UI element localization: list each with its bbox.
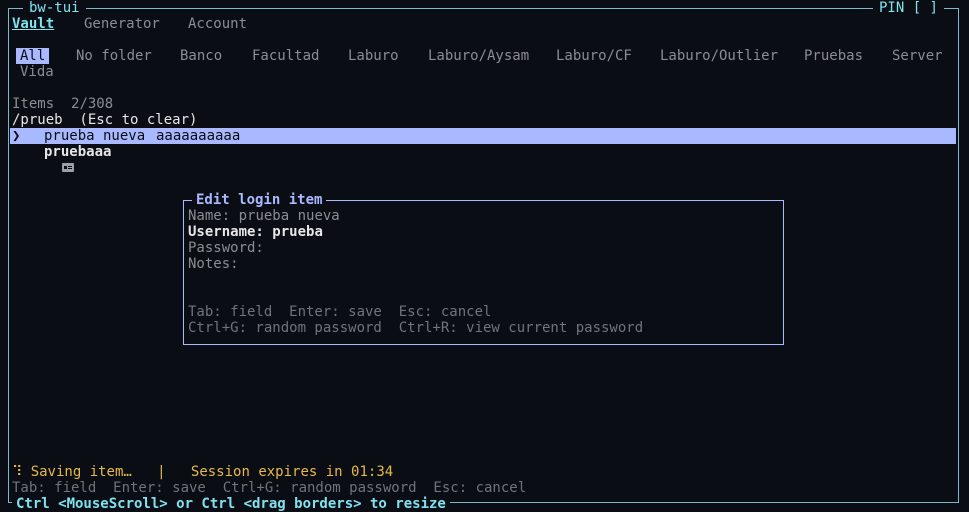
password-label: Password: [188, 240, 264, 256]
folder-laburo-aysam[interactable]: Laburo/Aysam [428, 48, 529, 64]
items-count-label: Items [12, 96, 55, 112]
spinner-icon: ⠹ [12, 464, 23, 480]
folder-facultad[interactable]: Facultad [252, 48, 319, 64]
folder-no-folder[interactable]: No folder [76, 48, 152, 64]
list-item-subtitle: aaaaaaaaaa [156, 128, 241, 144]
list-item-name: pruebaaa [44, 144, 112, 160]
username-field[interactable]: Username: prueba [188, 224, 323, 240]
list-item-selected[interactable]: ❯ prueba nueva aaaaaaaaaa [10, 128, 956, 155]
folder-all[interactable]: All [16, 48, 50, 64]
folder-laburo-outlier[interactable]: Laburo/Outlier [660, 48, 778, 64]
status-message: Saving item… [30, 464, 132, 480]
tab-generator[interactable]: Generator [84, 16, 160, 32]
dialog-help-2: Ctrl+G: random password Ctrl+R: view cur… [188, 320, 644, 336]
app-title: bw-tui [23, 0, 86, 16]
username-label: Username: [188, 224, 264, 240]
edit-login-dialog: Edit login item Name: prueba nueva Usern… [183, 192, 784, 345]
tab-account[interactable]: Account [188, 16, 247, 32]
notes-label: Notes: [188, 256, 239, 272]
name-value: prueba nueva [238, 208, 340, 224]
folder-pruebas[interactable]: Pruebas [804, 48, 863, 64]
folder-vida[interactable]: Vida [20, 64, 54, 80]
folder-laburo-cf[interactable]: Laburo/CF [556, 48, 632, 64]
folder-server[interactable]: Server [892, 48, 943, 64]
password-field[interactable]: Password: [188, 240, 264, 256]
pin-indicator[interactable]: PIN [ ] [872, 0, 944, 16]
folder-banco[interactable]: Banco [180, 48, 222, 64]
session-expiry: Session expires in 01:34 [190, 464, 394, 480]
name-field[interactable]: Name: prueba nueva [188, 208, 340, 224]
items-count-value: 2/308 [71, 96, 114, 112]
username-value: prueba [272, 224, 323, 240]
tab-vault[interactable]: Vault [12, 16, 54, 32]
list-item-name: prueba nueva [44, 128, 146, 144]
notes-field[interactable]: Notes: [188, 256, 239, 272]
resize-hint: Ctrl <MouseScroll> or Ctrl <drag borders… [12, 496, 450, 512]
folder-laburo[interactable]: Laburo [348, 48, 399, 64]
status-separator: | [157, 464, 166, 480]
name-label: Name: [188, 208, 231, 224]
cursor-icon: ❯ [12, 128, 21, 144]
status-bar: ⠹ Saving item… | Session expires in 01:3… [12, 464, 393, 480]
items-count: Items 2/308 [12, 96, 113, 112]
footer-help: Tab: field Enter: save Ctrl+G: random pa… [12, 480, 527, 496]
dialog-help-1: Tab: field Enter: save Esc: cancel [188, 304, 492, 320]
search-filter[interactable]: /prueb (Esc to clear) [12, 112, 197, 128]
list-item[interactable]: pruebaaa [10, 144, 956, 172]
dialog-title: Edit login item [192, 192, 327, 208]
